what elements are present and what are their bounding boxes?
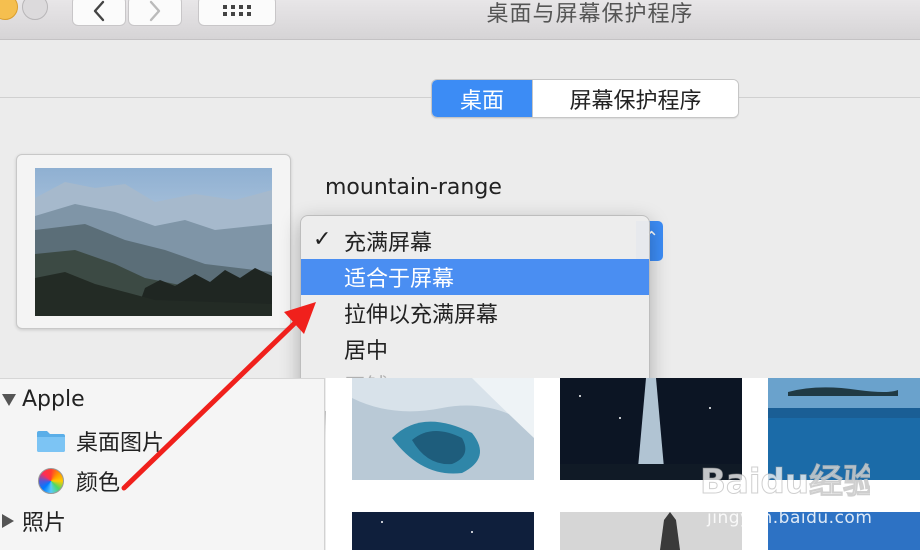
- menu-item-fill-screen[interactable]: ✓ 充满屏幕: [301, 223, 649, 259]
- disclosure-expanded-icon: [2, 393, 16, 406]
- menu-item-center[interactable]: 居中: [301, 331, 649, 367]
- sidebar-item-label: 桌面图片: [76, 431, 165, 456]
- menu-item-label: 充满屏幕: [344, 231, 433, 256]
- disclosure-collapsed-icon: [2, 514, 14, 528]
- checkmark-icon: ✓: [313, 227, 332, 252]
- zoom-button[interactable]: [22, 0, 48, 20]
- source-list: Apple 桌面图片 颜色 照片: [0, 378, 325, 550]
- chevron-left-icon: [93, 0, 105, 22]
- baidu-watermark-logo: Baidu经验: [700, 462, 870, 503]
- wallpaper-filename: mountain-range: [325, 175, 502, 200]
- menu-item-fit-to-screen[interactable]: 适合于屏幕: [301, 259, 649, 295]
- title-bar: 桌面与屏幕保护程序: [0, 0, 920, 40]
- wallpaper-preview: [16, 154, 291, 329]
- minimize-button[interactable]: [0, 0, 18, 20]
- wallpaper-thumbnail[interactable]: [352, 378, 534, 480]
- group-label: 照片: [22, 511, 67, 536]
- sidebar-item-desktop-pictures[interactable]: 桌面图片: [36, 425, 164, 457]
- tab-desktop[interactable]: 桌面: [432, 80, 532, 117]
- back-button[interactable]: [72, 0, 126, 26]
- show-all-button[interactable]: [198, 0, 276, 26]
- menu-item-label: 居中: [344, 339, 389, 364]
- color-wheel-icon: [38, 468, 64, 494]
- group-photos[interactable]: 照片: [2, 505, 66, 537]
- svg-text:Baidu经验: Baidu经验: [700, 462, 870, 502]
- mountain-wallpaper-image: [35, 168, 272, 316]
- watermark-url: jingyan.baidu.com: [707, 508, 873, 528]
- menu-item-stretch[interactable]: 拉伸以充满屏幕: [301, 295, 649, 331]
- menu-item-label: 拉伸以充满屏幕: [344, 303, 499, 328]
- tab-bar: 桌面 屏幕保护程序: [431, 79, 739, 118]
- tab-screensaver[interactable]: 屏幕保护程序: [532, 80, 738, 117]
- group-apple[interactable]: Apple: [2, 387, 85, 412]
- window-title: 桌面与屏幕保护程序: [486, 2, 694, 27]
- sidebar-item-colors[interactable]: 颜色: [38, 465, 120, 497]
- group-label: Apple: [22, 387, 85, 412]
- wallpaper-thumbnail[interactable]: [352, 512, 534, 550]
- chevron-right-icon: [149, 0, 161, 22]
- menu-item-label: 适合于屏幕: [344, 267, 455, 292]
- folder-icon: [37, 431, 65, 452]
- forward-button[interactable]: [128, 0, 182, 26]
- sidebar-item-label: 颜色: [76, 471, 121, 496]
- grid-icon: [223, 5, 251, 16]
